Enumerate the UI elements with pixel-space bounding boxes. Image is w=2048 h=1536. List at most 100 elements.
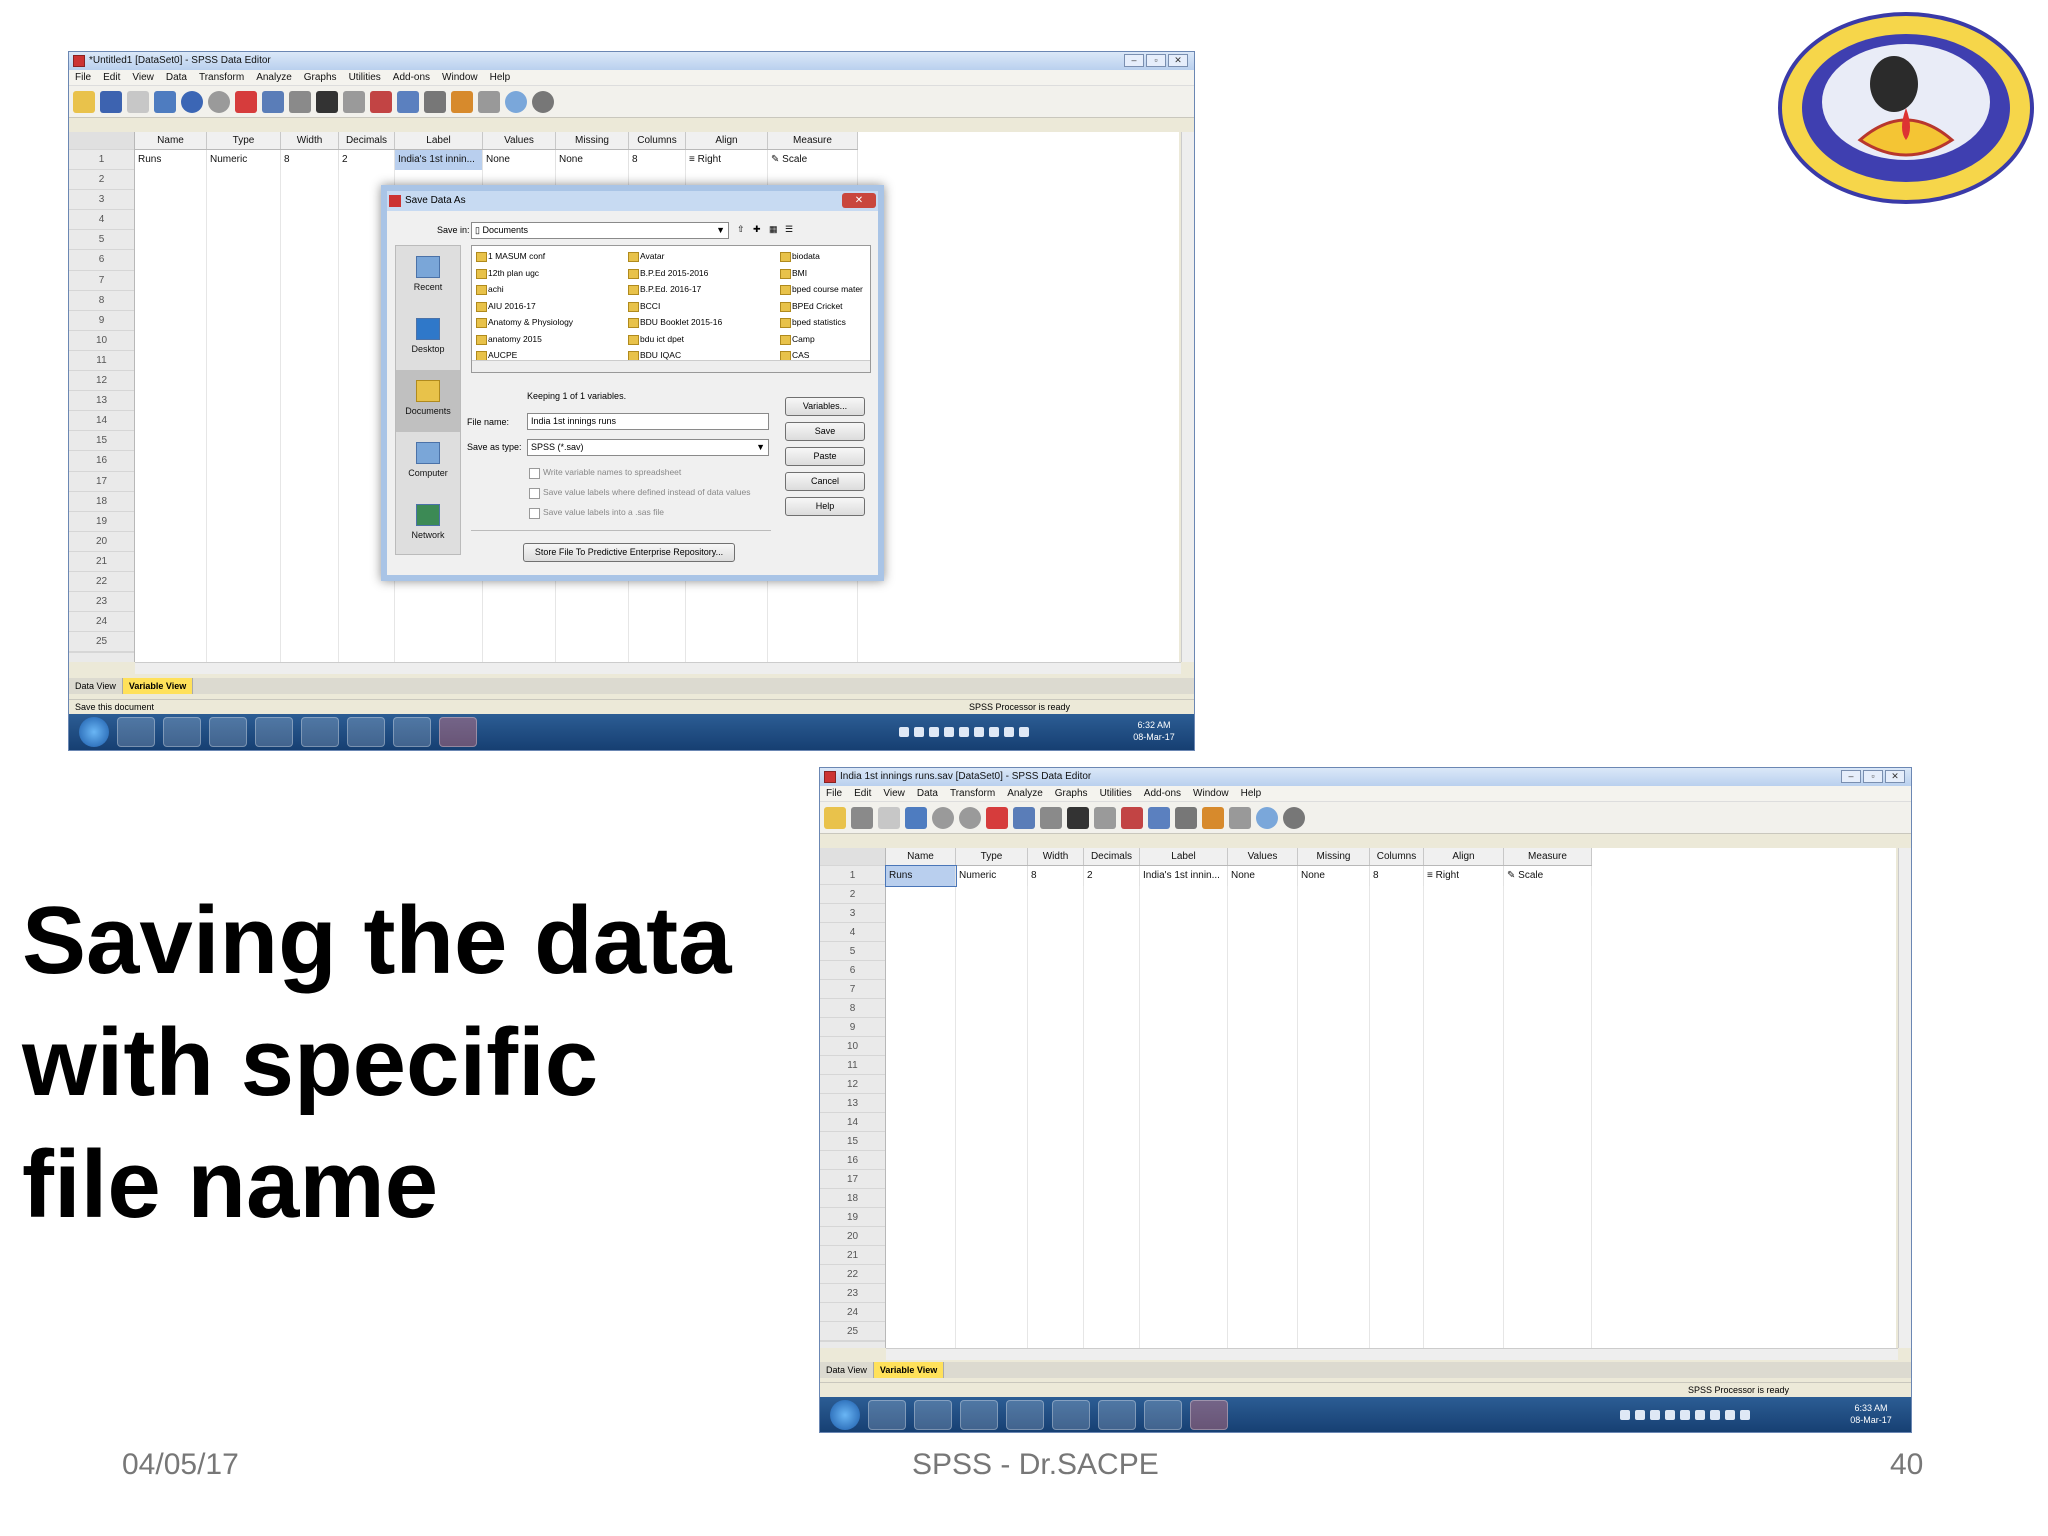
goto-case-icon[interactable]: [986, 806, 1008, 829]
col-header-decimals[interactable]: Decimals: [339, 132, 395, 149]
spss-taskbar-icon[interactable]: [439, 717, 477, 747]
list-item[interactable]: Anatomy & Physiology: [474, 314, 624, 331]
list-item[interactable]: Avatar: [626, 248, 776, 265]
row-number[interactable]: 4: [820, 923, 885, 942]
list-item[interactable]: Camp: [778, 331, 870, 348]
list-item[interactable]: BDU Booklet 2015-16: [626, 314, 776, 331]
powerpoint-icon[interactable]: [1098, 1400, 1136, 1430]
variables-icon[interactable]: [289, 90, 311, 113]
split-file-icon[interactable]: [397, 90, 419, 113]
col-header-missing[interactable]: Missing: [556, 132, 629, 149]
open-icon[interactable]: [73, 90, 95, 113]
row-number[interactable]: 20: [820, 1227, 885, 1246]
row-number[interactable]: 8: [820, 999, 885, 1018]
find-icon[interactable]: [316, 90, 338, 113]
row-number[interactable]: 2: [820, 885, 885, 904]
row-number[interactable]: 6: [820, 961, 885, 980]
list-item[interactable]: BMI: [778, 265, 870, 282]
view-menu-icon[interactable]: ▦: [769, 224, 778, 235]
row-number[interactable]: 17: [69, 472, 134, 492]
row-number[interactable]: 22: [69, 572, 134, 593]
row-number[interactable]: 6: [69, 250, 134, 271]
col-header-values[interactable]: Values: [1228, 848, 1298, 865]
col-header-align[interactable]: Align: [686, 132, 768, 149]
tray-icon[interactable]: [1695, 1410, 1705, 1420]
dialog-close-button[interactable]: ✕: [842, 193, 876, 208]
select-cases-icon[interactable]: [451, 90, 473, 113]
place-desktop[interactable]: Desktop: [396, 308, 460, 370]
col-header-measure[interactable]: Measure: [768, 132, 858, 149]
file-explorer-icon[interactable]: [1006, 1400, 1044, 1430]
col-header-decimals[interactable]: Decimals: [1084, 848, 1140, 865]
start-orb-icon[interactable]: [830, 1400, 860, 1430]
place-documents[interactable]: Documents: [396, 370, 460, 432]
col-header-type[interactable]: Type: [956, 848, 1028, 865]
list-item[interactable]: AIU 2016-17: [474, 298, 624, 315]
minimize-button[interactable]: –: [1841, 770, 1861, 783]
weight-cases-icon[interactable]: [1175, 806, 1197, 829]
row-number[interactable]: 16: [820, 1151, 885, 1170]
menu-utilities[interactable]: Utilities: [349, 70, 381, 85]
menu-help[interactable]: Help: [1241, 786, 1262, 801]
row-number[interactable]: 20: [69, 532, 134, 552]
goto-variable-icon[interactable]: [1013, 806, 1035, 829]
tray-icon[interactable]: [1710, 1410, 1720, 1420]
dialog-recall-icon[interactable]: [905, 806, 927, 829]
menu-addons[interactable]: Add-ons: [1144, 786, 1181, 801]
row-number[interactable]: 9: [69, 311, 134, 331]
menu-view[interactable]: View: [132, 70, 154, 85]
insert-cases-icon[interactable]: [343, 90, 365, 113]
show-all-variables-icon[interactable]: [1283, 806, 1305, 829]
row-number[interactable]: 5: [69, 230, 134, 251]
row-number[interactable]: 7: [69, 271, 134, 291]
horizontal-scrollbar[interactable]: [886, 1348, 1898, 1360]
list-item[interactable]: B.P.Ed. 2016-17: [626, 281, 776, 298]
save-in-dropdown[interactable]: ▯ Documents ▼: [471, 222, 729, 239]
row-number[interactable]: 4: [69, 210, 134, 231]
row-number[interactable]: 2: [69, 170, 134, 191]
tray-icon[interactable]: [1620, 1410, 1630, 1420]
find-icon[interactable]: [1067, 806, 1089, 829]
list-item[interactable]: BPEd Cricket: [778, 298, 870, 315]
value-labels-icon[interactable]: [478, 90, 500, 113]
cell-measure[interactable]: ✎ Scale: [1504, 866, 1592, 886]
menu-utilities[interactable]: Utilities: [1100, 786, 1132, 801]
undo-icon[interactable]: [932, 806, 954, 829]
tab-data-view[interactable]: Data View: [69, 678, 123, 694]
up-folder-icon[interactable]: ⇧: [737, 224, 745, 235]
cell-columns[interactable]: 8: [1370, 866, 1424, 886]
insert-cases-icon[interactable]: [1094, 806, 1116, 829]
details-view-icon[interactable]: ☰: [785, 224, 793, 235]
tray-icon[interactable]: [1004, 727, 1014, 737]
vertical-scrollbar[interactable]: [1181, 132, 1194, 662]
dialog-recall-icon[interactable]: [154, 90, 176, 113]
save-icon[interactable]: [100, 90, 122, 113]
tray-icon[interactable]: [929, 727, 939, 737]
cell-decimals[interactable]: 2: [1084, 866, 1140, 886]
file-explorer-icon[interactable]: [255, 717, 293, 747]
split-file-icon[interactable]: [1148, 806, 1170, 829]
row-number[interactable]: 8: [69, 291, 134, 311]
list-item[interactable]: bdu ict dpet: [626, 331, 776, 348]
use-sets-icon[interactable]: [505, 90, 527, 113]
cell-columns[interactable]: 8: [629, 150, 686, 170]
pdf-reader-icon[interactable]: [209, 717, 247, 747]
list-item[interactable]: bped statistics: [778, 314, 870, 331]
row-number[interactable]: 5: [820, 942, 885, 961]
tray-icon[interactable]: [1650, 1410, 1660, 1420]
place-network[interactable]: Network: [396, 494, 460, 556]
row-number[interactable]: 12: [69, 371, 134, 392]
cell-values[interactable]: None: [483, 150, 556, 170]
row-number[interactable]: 9: [820, 1018, 885, 1037]
row-number[interactable]: 7: [820, 980, 885, 999]
internet-explorer-icon[interactable]: [301, 717, 339, 747]
use-sets-icon[interactable]: [1256, 806, 1278, 829]
cell-measure[interactable]: ✎ Scale: [768, 150, 858, 170]
table-row[interactable]: Runs Numeric 8 2 India's 1st innin... No…: [885, 865, 1592, 887]
row-number[interactable]: 22: [820, 1265, 885, 1284]
row-number[interactable]: 25: [69, 632, 134, 653]
firefox-icon[interactable]: [163, 717, 201, 747]
new-folder-icon[interactable]: ✚: [753, 224, 761, 235]
print-icon[interactable]: [878, 806, 900, 829]
row-number[interactable]: 12: [820, 1075, 885, 1094]
